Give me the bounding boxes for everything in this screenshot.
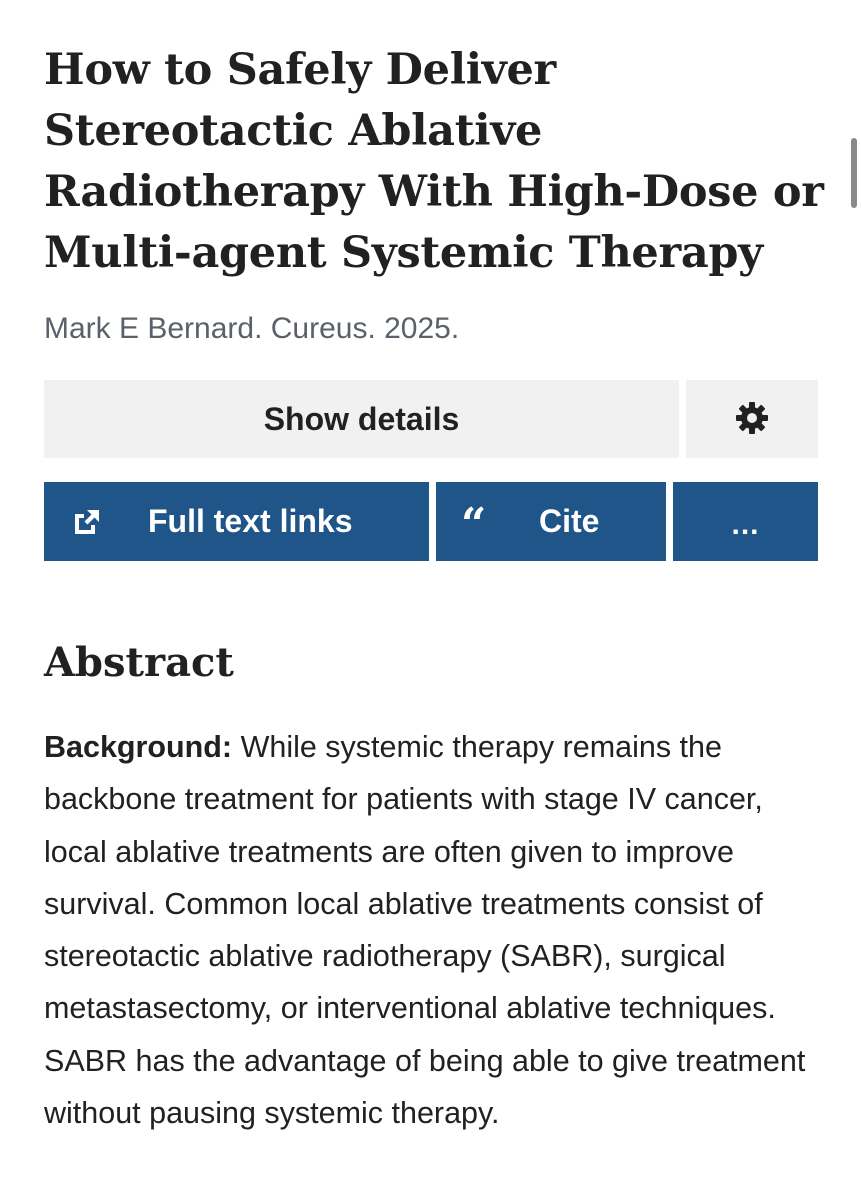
abstract-background-text: While systemic therapy remains the backb…	[44, 730, 806, 1131]
abstract-background-paragraph: Background: While systemic therapy remai…	[44, 721, 834, 1139]
more-actions-label: ...	[731, 507, 760, 541]
settings-button[interactable]	[686, 380, 818, 458]
page-scrollbar[interactable]	[851, 138, 857, 208]
show-details-button[interactable]: Show details	[44, 380, 679, 458]
gear-icon	[734, 400, 770, 439]
full-text-links-button[interactable]: Full text links	[44, 482, 429, 561]
external-link-icon	[72, 507, 102, 545]
abstract-background-label: Background:	[44, 730, 233, 764]
show-details-label: Show details	[263, 400, 460, 437]
article-title: How to Safely Deliver Stereotactic Ablat…	[44, 45, 824, 278]
quote-icon: “	[461, 499, 487, 550]
cite-button[interactable]: “ Cite	[436, 482, 666, 561]
article-actions: Full text links “ Cite ...	[44, 482, 818, 561]
details-toolbar: Show details	[44, 380, 818, 458]
more-actions-button[interactable]: ...	[673, 482, 818, 561]
article-citation[interactable]: Mark E Bernard. Cureus. 2025.	[44, 307, 459, 351]
cite-label: Cite	[539, 503, 600, 539]
full-text-links-label: Full text links	[148, 503, 353, 539]
abstract-heading: Abstract	[44, 639, 234, 686]
